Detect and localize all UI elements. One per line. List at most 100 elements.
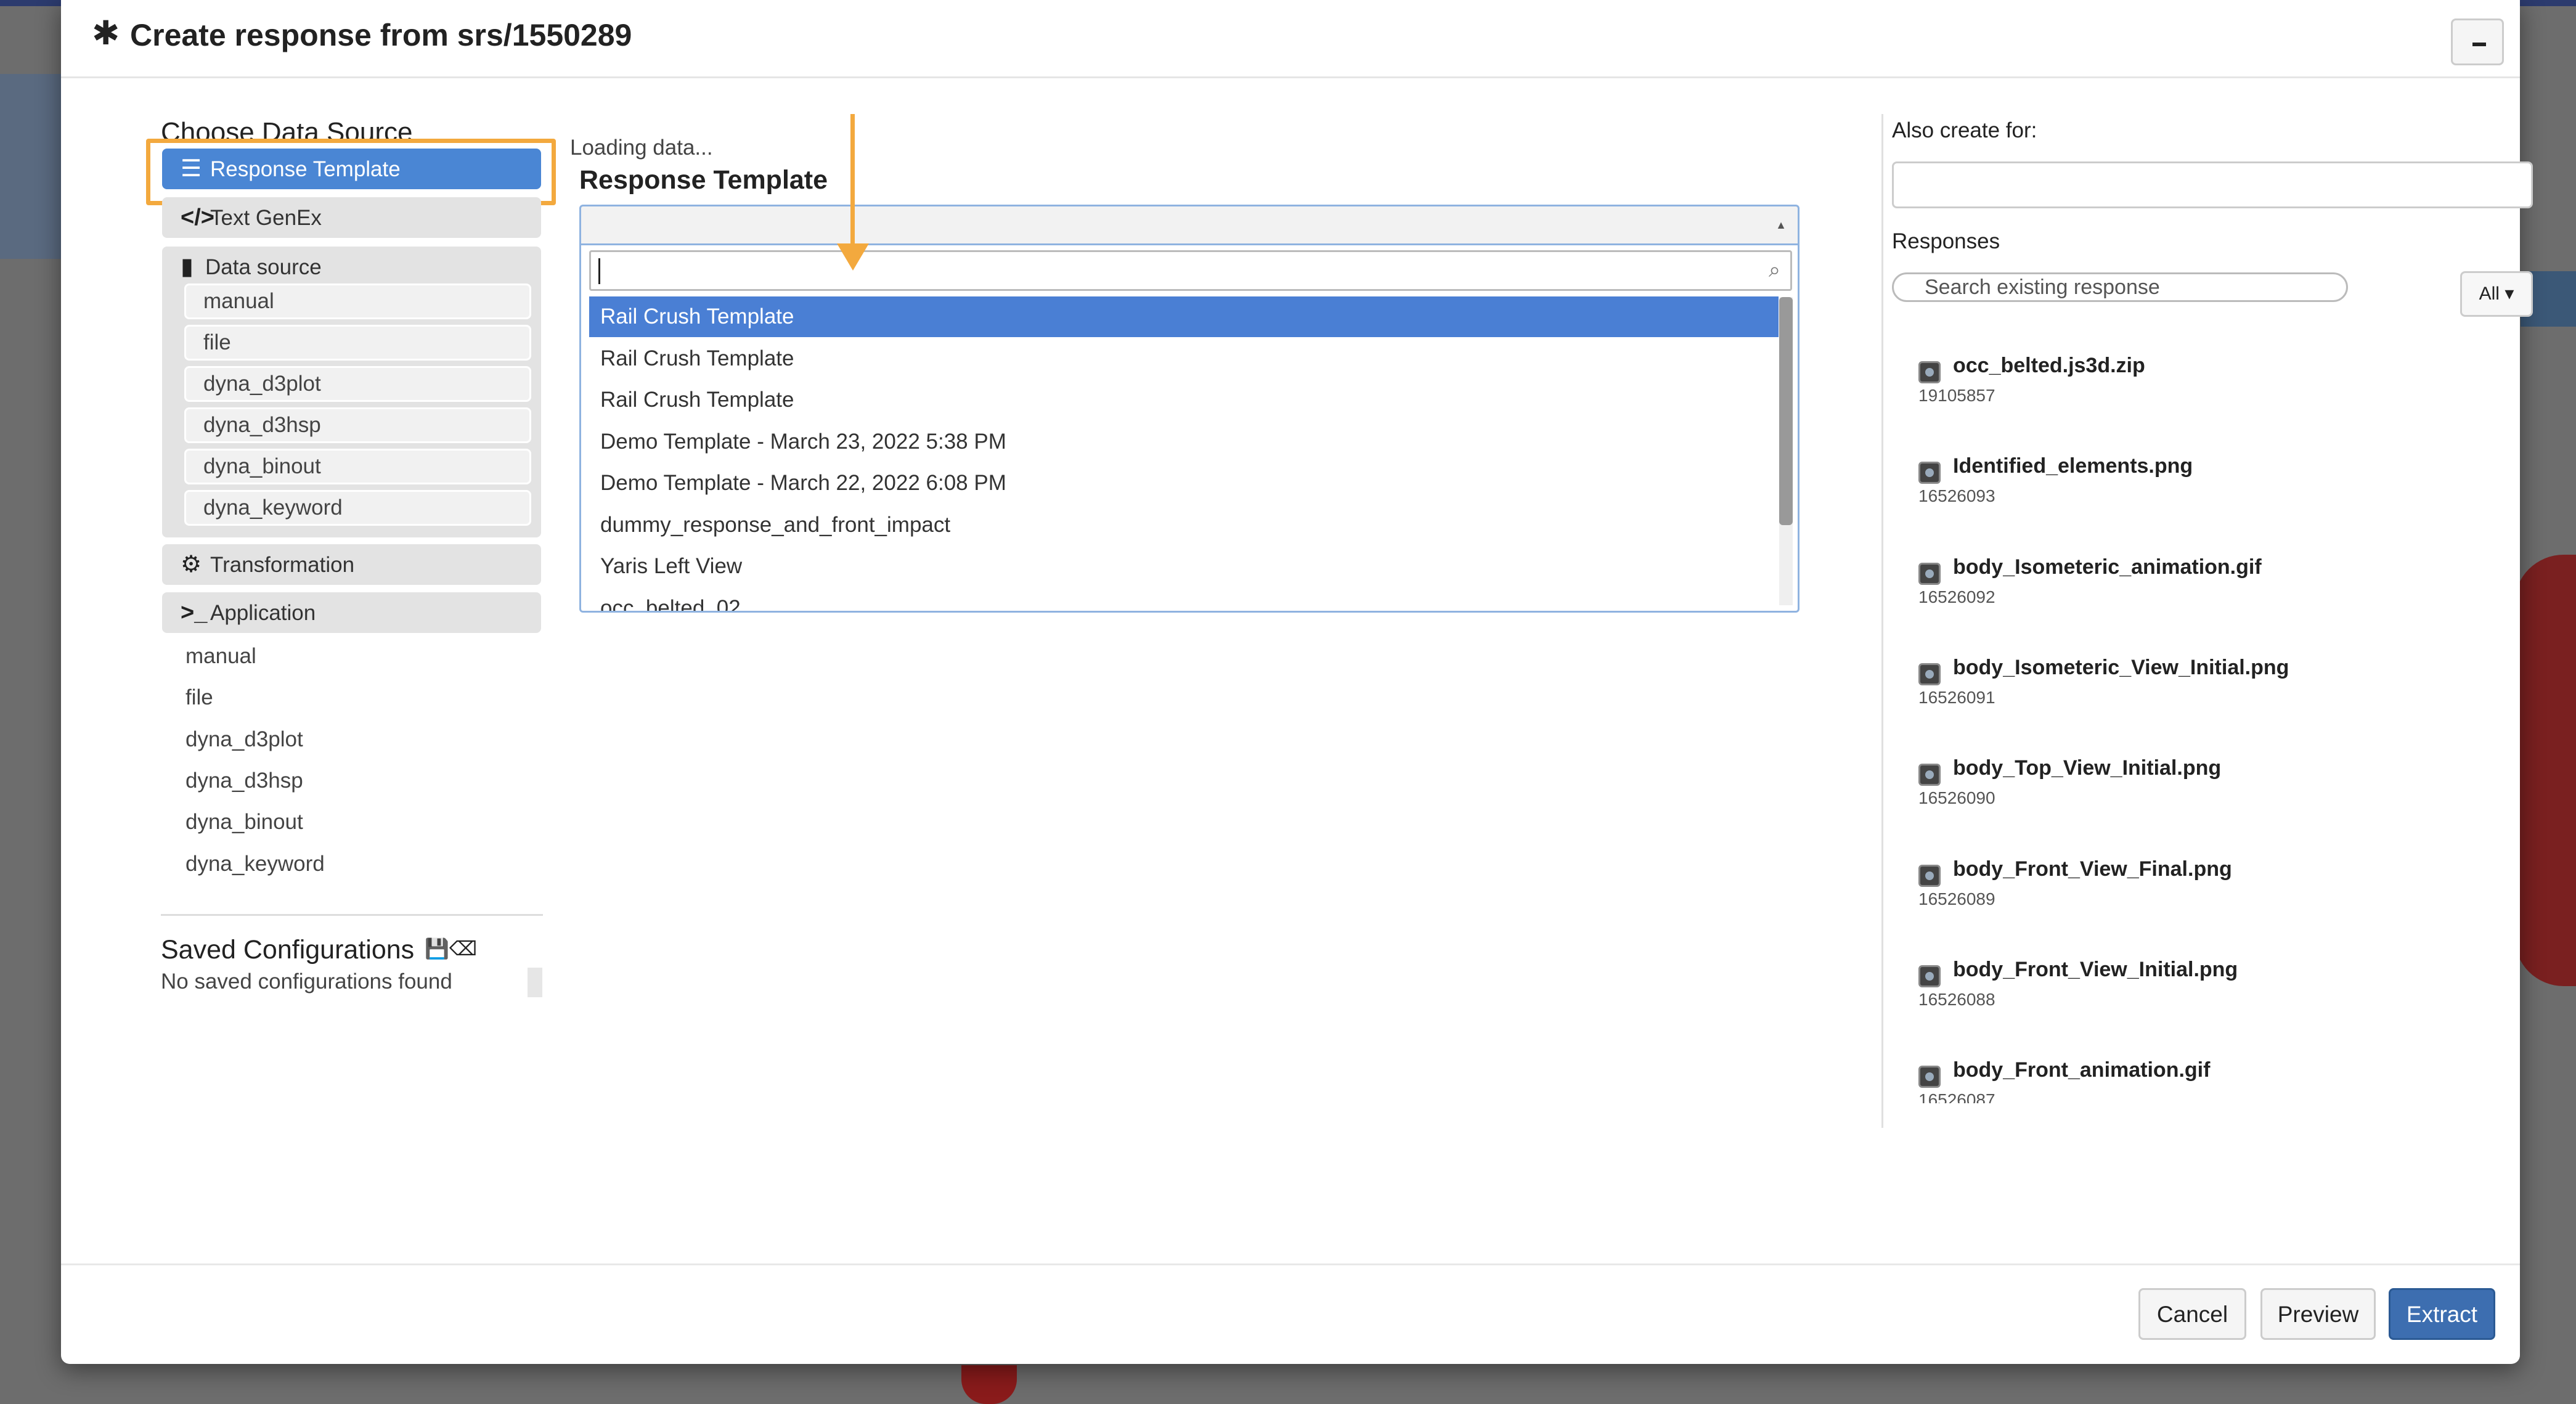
terminal-icon: >_: [181, 600, 208, 626]
response-id: 16526091: [1918, 688, 1995, 707]
response-id: 19105857: [1918, 386, 1995, 405]
application-item-dyna-d3plot[interactable]: dyna_d3plot: [185, 727, 303, 752]
create-response-modal: ✱ Create response from srs/1550289 Choos…: [61, 0, 2533, 1364]
background-model-view: [2514, 555, 2576, 986]
data-source-item-dyna-keyword[interactable]: dyna_keyword: [184, 490, 531, 526]
extract-button[interactable]: Extract: [2389, 1288, 2495, 1340]
responses-list: occ_belted.js3d.zip 19105857 Identified_…: [1910, 345, 2501, 1103]
camera-icon: [1918, 865, 1941, 887]
dropdown-option[interactable]: Rail Crush Template: [589, 338, 1779, 379]
dropdown-scrollbar[interactable]: [1779, 297, 1793, 605]
camera-icon: [1918, 965, 1941, 987]
response-item[interactable]: body_Front_View_Initial.png 16526088: [1910, 949, 2501, 1042]
response-id: 16526093: [1918, 486, 1995, 505]
filter-all-label: All: [2479, 284, 2500, 304]
data-source-label: Data source: [205, 255, 322, 279]
dropdown-option[interactable]: Rail Crush Template: [589, 296, 1779, 337]
data-source-item-dyna-d3hsp[interactable]: dyna_d3hsp: [184, 407, 531, 443]
camera-icon: [1918, 1066, 1941, 1088]
dropdown-option[interactable]: occ_belted_02: [589, 588, 1779, 611]
response-item[interactable]: Identified_elements.png 16526093: [1910, 446, 2501, 538]
nav-transformation[interactable]: ⚙ Transformation: [162, 544, 541, 585]
nav-application[interactable]: >_ Application: [162, 592, 541, 633]
file-icon: ▮: [181, 254, 194, 280]
nav-response-template-label: Response Template: [210, 157, 401, 181]
response-item[interactable]: body_Front_animation.gif 16526087: [1910, 1050, 2501, 1103]
dropdown-option[interactable]: Rail Crush Template: [589, 380, 1779, 420]
nav-text-genex-label: Text GenEx: [210, 206, 322, 230]
nav-text-genex[interactable]: </>Text GenEx: [162, 197, 541, 238]
response-item[interactable]: body_Top_View_Initial.png 16526090: [1910, 748, 2501, 840]
response-name: body_Isometeric_animation.gif: [1953, 555, 2262, 579]
filter-all-button[interactable]: All ▾: [2460, 271, 2533, 317]
code-icon: </>: [181, 205, 214, 231]
response-item[interactable]: body_Front_View_Final.png 16526089: [1910, 849, 2501, 941]
modal-title: Create response from srs/1550289: [130, 18, 632, 52]
list-icon: ☰: [181, 156, 202, 182]
application-item-dyna-binout[interactable]: dyna_binout: [185, 810, 303, 835]
data-source-header[interactable]: ▮ Data source: [181, 253, 322, 280]
search-existing-response-input[interactable]: Search existing response: [1892, 272, 2348, 302]
asterisk-icon: ✱: [92, 15, 120, 52]
save-icon[interactable]: 💾: [425, 937, 449, 960]
camera-icon: [1918, 361, 1941, 383]
eraser-icon[interactable]: ⌫: [449, 937, 477, 960]
response-id: 16526087: [1918, 1090, 1995, 1103]
camera-icon: [1918, 663, 1941, 685]
response-item[interactable]: body_Isometeric_View_Initial.png 1652609…: [1910, 647, 2501, 740]
loading-text: Loading data...: [570, 136, 713, 160]
also-create-for-input[interactable]: [1892, 161, 2533, 208]
nav-application-label: Application: [210, 601, 316, 625]
minimize-button[interactable]: [2451, 18, 2504, 65]
background-left-panel: [0, 74, 62, 259]
camera-icon: [1918, 462, 1941, 484]
search-icon: ⌕: [1768, 258, 1780, 282]
caret-down-icon: ▾: [2505, 284, 2514, 304]
modal-header: ✱ Create response from srs/1550289: [61, 0, 2520, 78]
application-item-dyna-d3hsp[interactable]: dyna_d3hsp: [185, 769, 303, 793]
dropdown-search-input[interactable]: ⌕: [589, 250, 1792, 291]
text-cursor: [598, 258, 600, 284]
response-name: Identified_elements.png: [1953, 454, 2193, 478]
saved-configurations-scrollbar[interactable]: [528, 968, 542, 997]
nav-response-template[interactable]: ☰ Response Template: [162, 149, 541, 189]
response-id: 16526090: [1918, 788, 1995, 807]
response-name: body_Front_View_Final.png: [1953, 857, 2232, 881]
application-item-manual[interactable]: manual: [185, 644, 256, 669]
camera-icon: [1918, 563, 1941, 585]
response-item[interactable]: body_Isometeric_animation.gif 16526092: [1910, 547, 2501, 639]
data-source-item-file[interactable]: file: [184, 325, 531, 361]
background-model-part: [961, 1365, 1017, 1404]
gear-icon: ⚙: [181, 552, 202, 578]
right-column-divider: [1881, 114, 1883, 1128]
response-template-select[interactable]: ▲: [579, 205, 1800, 245]
also-create-for-label: Also create for:: [1892, 118, 2037, 142]
dropdown-option[interactable]: Demo Template - March 22, 2022 6:08 PM: [589, 463, 1779, 504]
response-name: body_Front_View_Initial.png: [1953, 958, 2238, 981]
response-item[interactable]: occ_belted.js3d.zip 19105857: [1910, 345, 2501, 438]
application-item-dyna-keyword[interactable]: dyna_keyword: [185, 852, 325, 876]
annotation-arrow-head: [837, 243, 869, 271]
caret-up-icon: ▲: [1775, 219, 1787, 231]
data-source-item-dyna-d3plot[interactable]: dyna_d3plot: [184, 366, 531, 402]
data-source-group: ▮ Data source manual file dyna_d3plot dyn…: [162, 247, 541, 537]
response-name: occ_belted.js3d.zip: [1953, 354, 2145, 377]
application-item-file[interactable]: file: [185, 685, 213, 710]
data-source-item-manual[interactable]: manual: [184, 284, 531, 319]
preview-button[interactable]: Preview: [2260, 1288, 2376, 1340]
response-name: body_Front_animation.gif: [1953, 1058, 2211, 1082]
annotation-arrow: [850, 114, 855, 247]
footer-divider: [61, 1263, 2520, 1265]
dropdown-option[interactable]: dummy_response_and_front_impact: [589, 505, 1779, 545]
response-id: 16526089: [1918, 889, 1995, 908]
data-source-item-dyna-binout[interactable]: dyna_binout: [184, 449, 531, 484]
dropdown-option[interactable]: Yaris Left View: [589, 546, 1779, 587]
dropdown-option[interactable]: Demo Template - March 23, 2022 5:38 PM: [589, 422, 1779, 462]
response-name: body_Top_View_Initial.png: [1953, 756, 2222, 780]
response-template-dropdown: ⌕ Rail Crush Template Rail Crush Templat…: [579, 245, 1800, 613]
left-divider: [161, 914, 543, 916]
dropdown-scrollbar-thumb[interactable]: [1779, 297, 1793, 525]
cancel-button[interactable]: Cancel: [2138, 1288, 2246, 1340]
response-template-heading: Response Template: [579, 165, 828, 195]
saved-configurations-title: Saved Configurations: [161, 935, 415, 965]
